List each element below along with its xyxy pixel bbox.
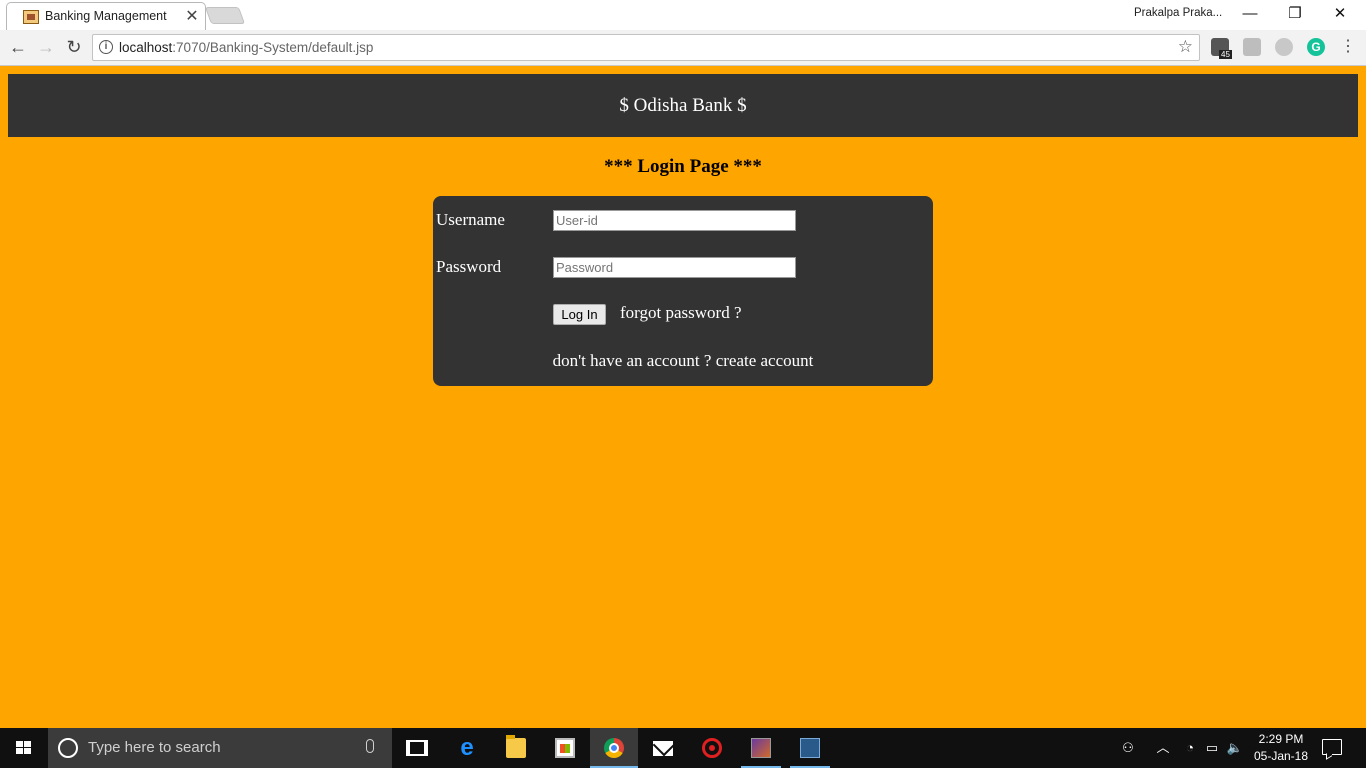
forward-arrow-icon[interactable]: →	[34, 36, 58, 60]
maximize-button[interactable]: ❐	[1273, 2, 1317, 28]
password-input[interactable]	[553, 257, 796, 278]
store-icon	[555, 738, 575, 758]
task-view-button[interactable]	[392, 728, 440, 768]
cortana-icon	[58, 738, 78, 758]
file-explorer-button[interactable]	[492, 728, 540, 768]
page-body: $ Odisha Bank $ *** Login Page *** Usern…	[0, 67, 1366, 728]
windows-logo-icon	[16, 741, 32, 755]
clock-time: 2:29 PM	[1258, 732, 1304, 746]
extension-badge: 45	[1219, 50, 1232, 59]
wifi-icon[interactable]: ◔	[1180, 728, 1200, 768]
browser-tabstrip: Banking Management ✕ Prakalpa Praka... —…	[0, 0, 1366, 30]
minimize-button[interactable]: —	[1228, 2, 1272, 28]
username-input[interactable]	[553, 210, 796, 231]
browser-toolbar: ← → ↻ i localhost:7070/Banking-System/de…	[0, 30, 1366, 66]
login-heading: *** Login Page ***	[604, 156, 762, 177]
clock-date: 05-Jan-18	[1253, 749, 1309, 763]
browser-menu-icon[interactable]: ⋮	[1340, 36, 1356, 58]
taskbar: Type here to search e ⚇ ︿ ◔ ▭ 🔈 2:29 PM …	[0, 728, 1366, 768]
url-host: localhost	[119, 40, 173, 55]
signup-prompt: don't have an account ?	[552, 351, 712, 370]
game-icon	[751, 738, 771, 758]
extension-globe-icon[interactable]	[1275, 38, 1293, 56]
chevron-up-icon[interactable]: ︿	[1152, 728, 1174, 768]
chrome-icon	[604, 738, 624, 758]
volume-icon[interactable]: 🔈	[1224, 728, 1246, 768]
task-view-icon	[406, 740, 428, 756]
signup-row: don't have an account ? create account	[433, 351, 933, 371]
start-button[interactable]	[0, 728, 48, 768]
store-button[interactable]	[541, 728, 589, 768]
microphone-icon[interactable]	[366, 739, 374, 753]
taskbar-search[interactable]: Type here to search	[48, 728, 392, 768]
edge-icon: e	[460, 734, 474, 761]
password-label: Password	[436, 257, 502, 276]
info-icon[interactable]: i	[99, 40, 113, 54]
create-account-link[interactable]: create account	[716, 351, 814, 370]
gear-icon	[702, 738, 722, 758]
notifications-icon[interactable]	[1322, 739, 1342, 755]
folder-icon	[506, 735, 526, 758]
extension-cube-icon[interactable]	[1243, 38, 1261, 56]
search-placeholder: Type here to search	[88, 739, 221, 756]
mail-button[interactable]	[639, 728, 687, 768]
url-text[interactable]: localhost:7070/Banking-System/default.js…	[119, 40, 373, 55]
chrome-button[interactable]	[590, 728, 638, 768]
back-arrow-icon[interactable]: ←	[6, 36, 30, 60]
site-header: $ Odisha Bank $	[8, 74, 1358, 137]
username-label: Username	[436, 210, 505, 229]
game-app-button[interactable]	[737, 728, 785, 768]
edge-button[interactable]: e	[443, 728, 491, 768]
grammarly-icon[interactable]: G	[1307, 38, 1325, 56]
address-bar[interactable]: i localhost:7070/Banking-System/default.…	[92, 34, 1200, 61]
close-window-button[interactable]: ✕	[1318, 2, 1362, 28]
database-icon	[800, 738, 820, 758]
login-button[interactable]: Log In	[553, 304, 606, 325]
clock[interactable]: 2:29 PM 05-Jan-18	[1250, 731, 1312, 765]
settings-app-button[interactable]	[688, 728, 736, 768]
people-icon[interactable]: ⚇	[1116, 728, 1140, 768]
browser-tab[interactable]: Banking Management ✕	[6, 2, 206, 30]
login-form: Username Password Log In forgot password…	[433, 196, 933, 386]
url-path: :7070/Banking-System/default.jsp	[172, 40, 374, 55]
mysql-workbench-button[interactable]	[786, 728, 834, 768]
forgot-password-link[interactable]: forgot password ?	[620, 303, 742, 323]
tab-close-icon[interactable]: ✕	[184, 6, 200, 26]
profile-name[interactable]: Prakalpa Praka...	[1134, 7, 1222, 19]
battery-icon[interactable]: ▭	[1202, 728, 1222, 768]
reload-icon[interactable]: ↻	[62, 36, 86, 60]
tab-title: Banking Management	[45, 9, 167, 23]
mail-icon	[653, 741, 673, 756]
favicon-icon	[23, 10, 39, 24]
new-tab-button[interactable]	[204, 7, 246, 24]
bookmark-star-icon[interactable]: ☆	[1178, 37, 1193, 57]
